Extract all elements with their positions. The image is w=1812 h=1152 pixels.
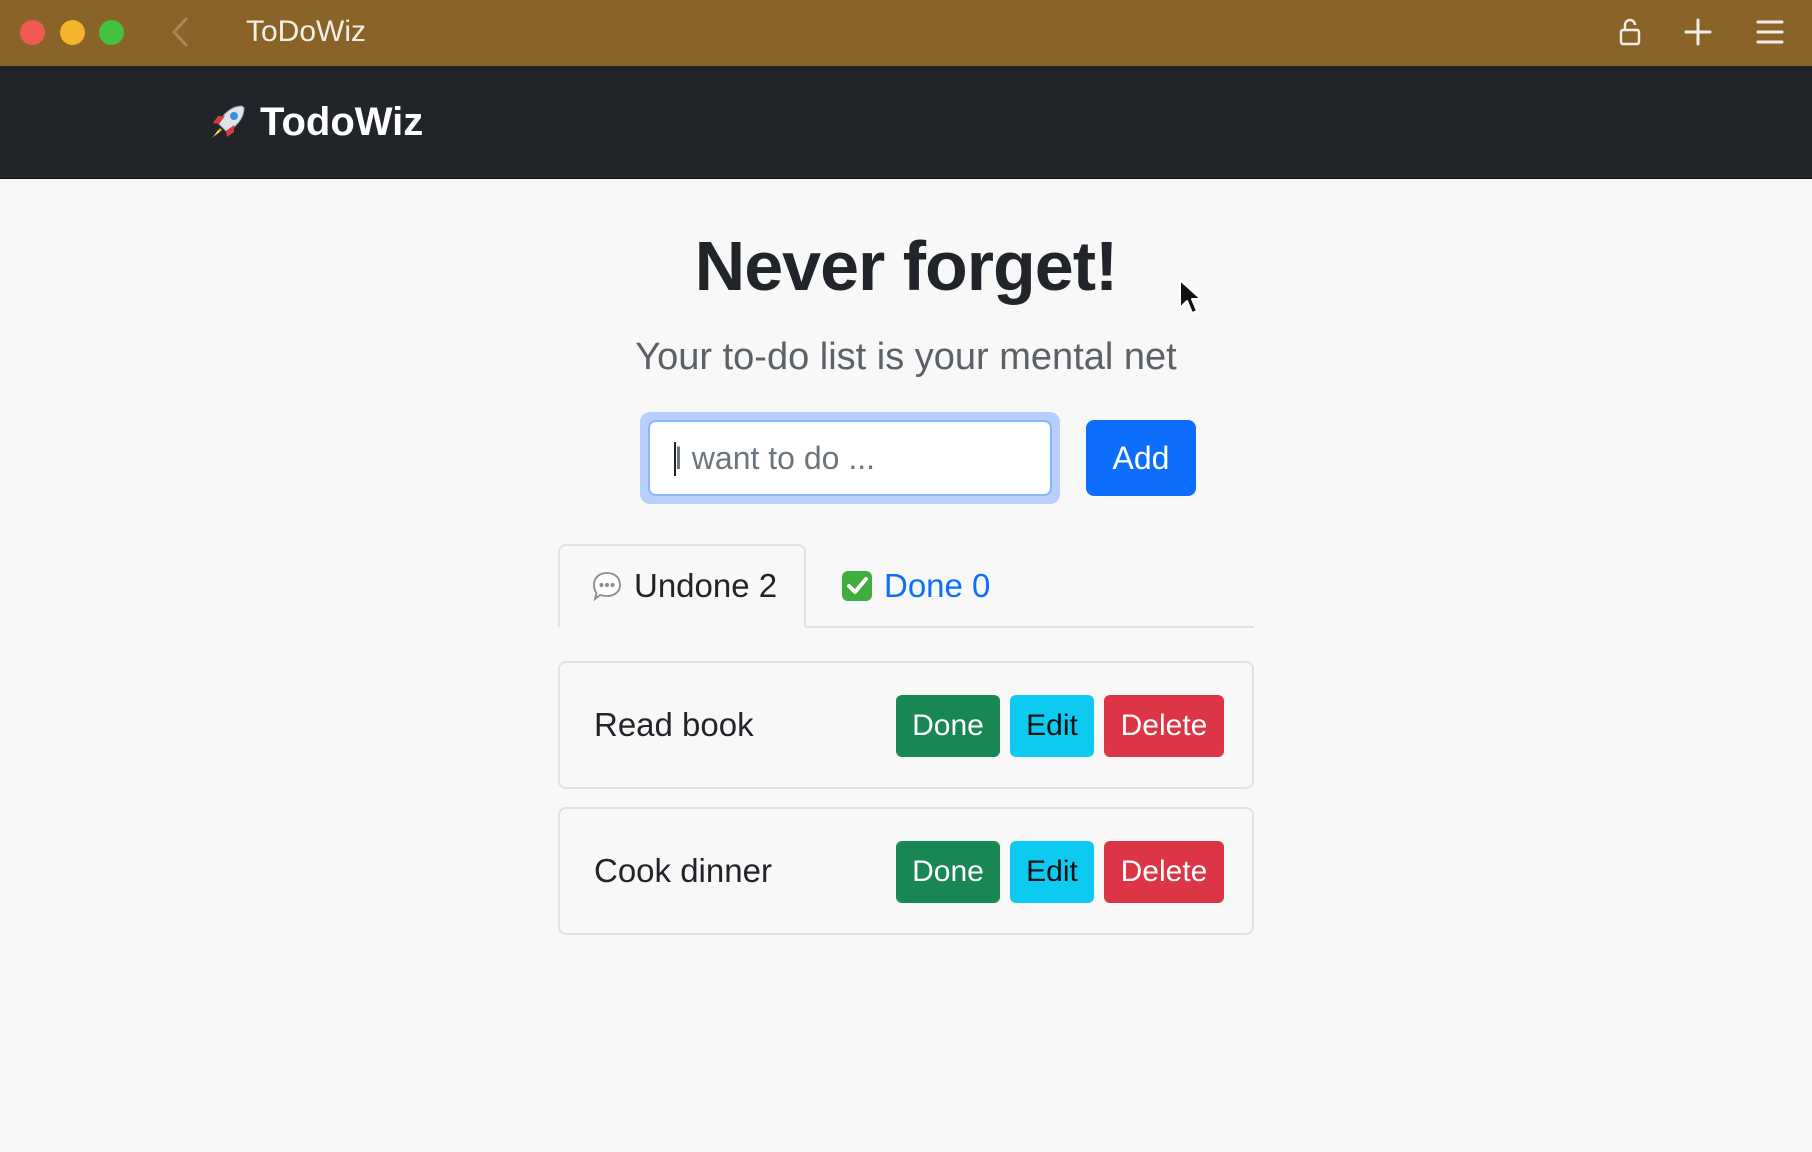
todo-text: Read book — [594, 706, 754, 743]
tab-undone-label: Undone 2 — [634, 567, 778, 604]
brand-link[interactable]: TodoWiz — [208, 96, 423, 148]
tab-done-label: Done 0 — [884, 567, 991, 604]
page-subtitle: Your to-do list is your mental net — [635, 336, 1177, 378]
speech-bubble-icon — [590, 569, 624, 603]
rocket-icon — [208, 102, 248, 142]
todo-item: Read book Done Edit Delete — [558, 661, 1254, 789]
close-window-button[interactable] — [20, 20, 45, 45]
delete-button[interactable]: Delete — [1104, 695, 1224, 757]
text-caret — [674, 442, 676, 476]
minimize-window-button[interactable] — [60, 20, 85, 45]
tab-undone[interactable]: Undone 2 — [558, 544, 806, 628]
add-button[interactable]: Add — [1086, 420, 1196, 496]
done-button[interactable]: Done — [896, 695, 1000, 757]
todo-item: Cook dinner Done Edit Delete — [558, 807, 1254, 935]
todo-input[interactable] — [648, 420, 1052, 496]
brand-label: TodoWiz — [260, 99, 424, 144]
hamburger-menu-icon[interactable] — [1752, 14, 1788, 50]
lock-icon[interactable] — [1612, 14, 1648, 50]
titlebar: ToDoWiz — [0, 0, 1812, 66]
tab-done[interactable]: Done 0 — [840, 544, 1040, 628]
edit-button[interactable]: Edit — [1010, 841, 1094, 903]
maximize-window-button[interactable] — [99, 20, 124, 45]
navbar: TodoWiz — [0, 66, 1812, 179]
page-title: Never forget! — [694, 227, 1119, 305]
window-title: ToDoWiz — [246, 15, 367, 48]
browser-window: ToDoWiz TodoWiz Never forget! Your to-do… — [0, 0, 1812, 1152]
plus-icon[interactable] — [1680, 14, 1716, 50]
todo-input-focus-ring — [640, 412, 1060, 504]
edit-button[interactable]: Edit — [1010, 695, 1094, 757]
back-arrow-icon[interactable] — [168, 14, 192, 50]
delete-button[interactable]: Delete — [1104, 841, 1224, 903]
tab-bar: Undone 2 Done 0 — [558, 544, 1254, 628]
mouse-pointer-icon — [1178, 278, 1204, 316]
check-mark-button-icon — [840, 569, 874, 603]
todo-text: Cook dinner — [594, 852, 772, 889]
done-button[interactable]: Done — [896, 841, 1000, 903]
